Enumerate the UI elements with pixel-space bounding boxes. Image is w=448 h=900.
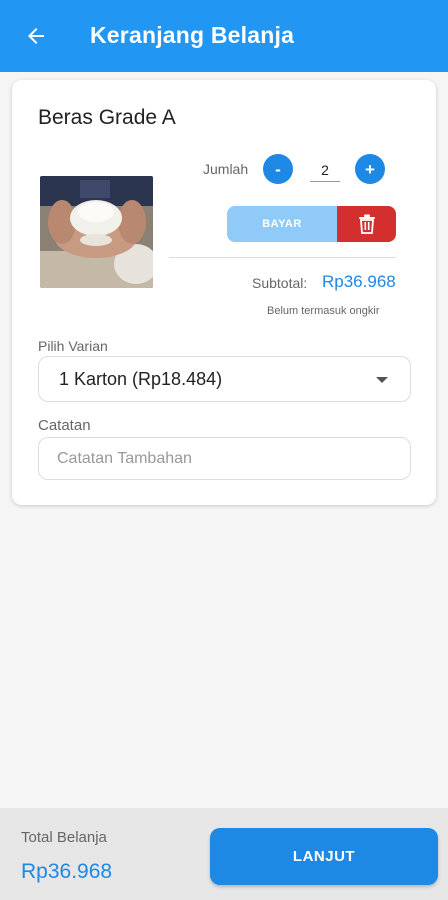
quantity-increase-button[interactable]: + (355, 154, 385, 184)
subtotal-value: Rp36.968 (322, 272, 396, 291)
quantity-label: Jumlah (203, 161, 249, 177)
arrow-left-icon (28, 28, 44, 44)
page-title: Keranjang Belanja (90, 22, 295, 48)
note-input[interactable] (38, 437, 411, 480)
bottom-bar: Total Belanja Rp36.968 LANJUT (0, 808, 448, 900)
variant-selected-value: 1 Karton (Rp18.484) (59, 368, 223, 389)
delete-button[interactable] (337, 206, 396, 242)
quantity-input[interactable] (310, 158, 340, 182)
product-name: Beras Grade A (38, 106, 176, 129)
subtotal-label: Subtotal: (252, 275, 308, 291)
product-image (40, 176, 153, 288)
next-button[interactable]: LANJUT (210, 828, 438, 885)
variant-label: Pilih Varian (38, 338, 108, 354)
app-bar: Keranjang Belanja (0, 0, 448, 72)
trash-icon (358, 214, 375, 234)
note-label: Catatan (38, 417, 91, 434)
shipping-note: Belum termasuk ongkir (267, 305, 380, 317)
cart-item-card: Beras Grade A Jumlah - + BAYAR Subt (12, 80, 436, 505)
dropdown-arrow-icon (376, 377, 388, 383)
pay-button[interactable]: BAYAR (227, 206, 337, 242)
total-value: Rp36.968 (21, 860, 113, 883)
divider (169, 257, 396, 258)
quantity-decrease-button[interactable]: - (263, 154, 293, 184)
variant-dropdown[interactable]: 1 Karton (Rp18.484) (38, 356, 411, 402)
total-label: Total Belanja (21, 829, 107, 846)
back-button[interactable] (22, 22, 50, 50)
